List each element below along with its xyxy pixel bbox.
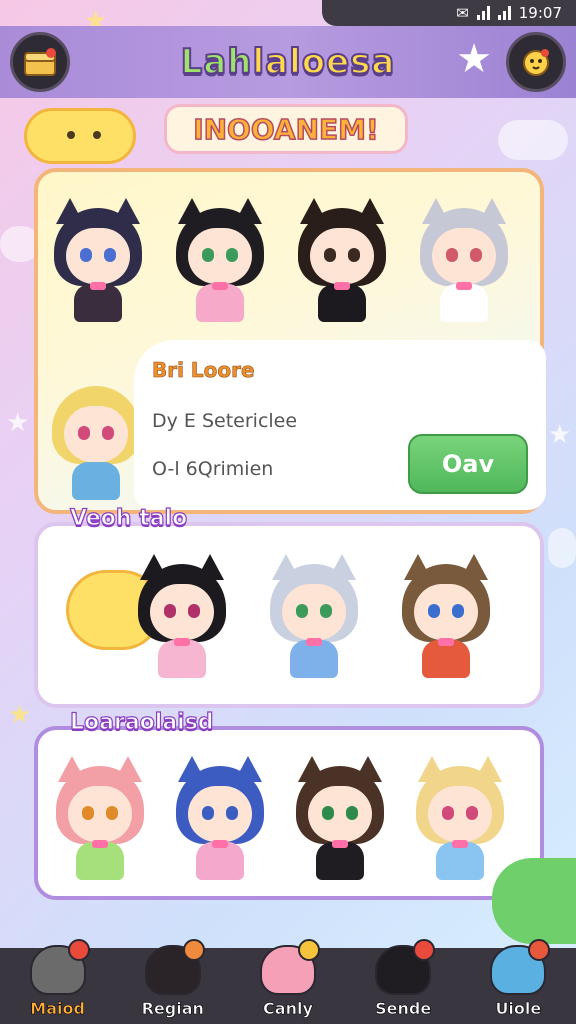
bottom-nav: Maiod Regian Canly Sende Uiole	[0, 939, 576, 1024]
card-subtitle: Dy E Setericlee	[152, 410, 298, 432]
character-portrait[interactable]	[412, 190, 516, 330]
chick-button[interactable]	[506, 32, 566, 92]
info-panel: Bri Loore Dy E Setericlee O-l 6Qrimien O…	[134, 340, 546, 510]
bg-star-icon: ★	[8, 700, 32, 730]
bg-cloud	[498, 120, 568, 160]
card-detail: O-l 6Qrimien	[152, 458, 274, 480]
character-portrait[interactable]	[262, 546, 366, 686]
nav-label: Maiod	[30, 999, 85, 1019]
nav-badge-icon	[182, 939, 205, 961]
character-portrait[interactable]	[408, 748, 512, 888]
nav-item-sende[interactable]: Sende	[353, 939, 453, 1019]
star-mascot-icon: ★	[456, 36, 492, 82]
nav-badge-icon	[67, 939, 90, 961]
section-characters	[48, 748, 512, 888]
app-header: Lahlaloesa ★	[0, 26, 576, 98]
featured-card[interactable]: Bri Loore Dy E Setericlee O-l 6Qrimien O…	[34, 168, 546, 514]
section-characters	[130, 546, 498, 686]
section-title: Veoh talo	[69, 505, 188, 531]
notification-icon: ✉	[456, 4, 469, 22]
status-bar: ✉ 19:07	[322, 0, 576, 26]
nav-label: Sende	[375, 999, 432, 1019]
yellow-blob-mascot-icon	[24, 108, 136, 164]
nav-badge-icon	[528, 939, 551, 961]
signal-icon	[497, 6, 511, 20]
character-portrait[interactable]	[130, 546, 234, 686]
nav-item-maiod[interactable]: Maiod	[8, 939, 108, 1019]
character-portrait[interactable]	[48, 748, 152, 888]
bg-cloud	[548, 528, 576, 568]
event-banner[interactable]: INOOANEM!	[164, 104, 408, 154]
nav-badge-icon	[413, 939, 436, 961]
status-time: 19:07	[518, 4, 562, 22]
nav-label: Canly	[263, 999, 313, 1019]
character-portrait[interactable]	[290, 190, 394, 330]
character-portrait	[44, 368, 148, 508]
app-title: Lahlaloesa	[180, 41, 396, 83]
section-title: Loaraolaisd	[69, 709, 214, 735]
character-portrait[interactable]	[394, 546, 498, 686]
nav-item-canly[interactable]: Canly	[238, 939, 338, 1019]
nav-label: Uiole	[495, 999, 542, 1019]
green-blob-icon	[492, 858, 576, 944]
go-button[interactable]: Oav	[408, 434, 528, 494]
nav-item-uiole[interactable]: Uiole	[468, 939, 568, 1019]
section-card[interactable]: Veoh talo	[34, 505, 544, 708]
bg-star-icon: ★	[548, 420, 572, 450]
card-title: Bri Loore	[152, 358, 255, 383]
featured-characters	[46, 190, 516, 330]
treasure-chest-icon	[24, 48, 56, 76]
character-portrait[interactable]	[288, 748, 392, 888]
nav-badge-icon	[297, 939, 320, 961]
signal-icon	[476, 6, 490, 20]
character-portrait[interactable]	[168, 190, 272, 330]
chick-icon	[523, 49, 549, 76]
character-portrait[interactable]	[46, 190, 150, 330]
section-card[interactable]: Loaraolaisd	[34, 709, 544, 900]
nav-item-regian[interactable]: Regian	[123, 939, 223, 1019]
bg-star-icon: ★	[6, 408, 30, 438]
chest-button[interactable]	[10, 32, 70, 92]
nav-label: Regian	[141, 999, 204, 1019]
character-portrait[interactable]	[168, 748, 272, 888]
